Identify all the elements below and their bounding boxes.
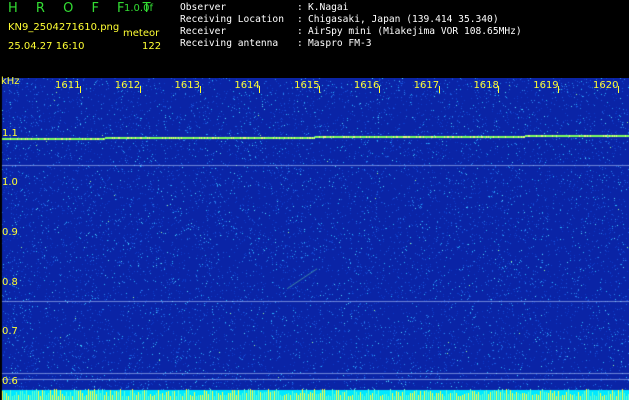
meteor-count: 122	[142, 41, 162, 52]
info-label: Observer	[180, 2, 227, 13]
info-colon: :	[297, 26, 303, 37]
x-tick-mark	[498, 86, 500, 93]
x-tick-label: 1613	[174, 80, 200, 91]
y-tick-label: 0.9	[2, 227, 18, 239]
y-tick-label: 0.7	[2, 326, 18, 338]
x-tick-label: 1614	[234, 80, 260, 91]
info-label: Receiver	[180, 26, 227, 37]
file-name: KN9_2504271610.png	[8, 22, 120, 33]
x-tick-mark	[378, 86, 380, 93]
x-tick-label: 1619	[533, 80, 559, 91]
x-tick-mark	[438, 86, 440, 93]
x-tick-mark	[199, 86, 201, 93]
x-tick-label: 1612	[114, 80, 141, 91]
info-colon: :	[297, 38, 303, 49]
y-axis-unit: kHz	[1, 76, 20, 87]
y-tick-label: 1.0	[2, 177, 18, 189]
info-label: Receiving antenna	[180, 38, 279, 49]
x-tick-mark	[618, 86, 619, 93]
y-tick-label: 0.8	[2, 276, 18, 288]
spectrogram-canvas	[0, 78, 629, 400]
x-tick-mark	[319, 86, 321, 93]
info-value: Maspro FM-3	[308, 38, 372, 49]
header-panel: H R O F F T 1.0.0f KN9_2504271610.png me…	[0, 0, 629, 78]
y-tick-label: 1.1	[2, 127, 18, 139]
timestamp: 25.04.27 16:10	[8, 41, 85, 52]
info-value: K.Nagai	[308, 2, 349, 13]
x-tick-label: 1618	[473, 80, 499, 91]
info-colon: :	[297, 14, 303, 25]
x-tick-mark	[80, 86, 81, 93]
app-version: 1.0.0f	[124, 3, 153, 14]
info-value: AirSpy mini (Miakejima VOR 108.65MHz)	[308, 26, 522, 37]
x-tick-mark	[139, 86, 141, 93]
x-tick-label: 1620	[593, 80, 619, 91]
x-tick-label: 1616	[353, 80, 380, 91]
info-value: Chigasaki, Japan (139.414 35.340)	[308, 14, 499, 25]
info-label: Receiving Location	[180, 14, 284, 25]
y-tick-label: 0.6	[2, 376, 18, 388]
x-tick-label: 1615	[294, 80, 320, 91]
mode-label: meteor	[123, 28, 160, 39]
x-tick-label: 1617	[413, 80, 440, 91]
x-tick-mark	[558, 86, 560, 93]
x-tick-mark	[259, 86, 261, 93]
info-colon: :	[297, 2, 303, 13]
x-tick-label: 1611	[55, 80, 81, 91]
